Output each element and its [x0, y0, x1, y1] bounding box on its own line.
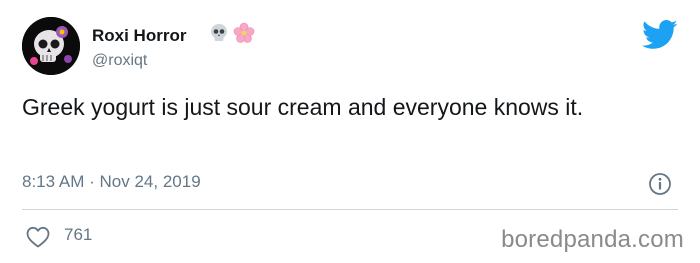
watermark: boredpanda.com: [501, 226, 684, 253]
tweet-date: Nov 24, 2019: [99, 172, 201, 191]
tweet-time: 8:13 AM: [22, 172, 85, 191]
meta-separator: ·: [89, 172, 95, 191]
tweet-text: Greek yogurt is just sour cream and ever…: [22, 94, 584, 120]
avatar[interactable]: [22, 17, 80, 75]
divider: [22, 209, 678, 210]
twitter-bird-icon[interactable]: [642, 20, 678, 50]
skull-avatar-image: [22, 17, 80, 75]
display-name[interactable]: Roxi Horror: [92, 26, 186, 46]
heart-icon[interactable]: [26, 226, 50, 248]
info-icon[interactable]: [648, 172, 672, 196]
like-count: 761: [64, 225, 93, 244]
user-handle[interactable]: @roxiqt: [92, 52, 147, 70]
tweet-timestamp[interactable]: 8:13 AM · Nov 24, 2019: [22, 172, 201, 192]
cherry-blossom-emoji-icon: [233, 22, 255, 49]
skull-emoji-icon: [208, 22, 230, 49]
